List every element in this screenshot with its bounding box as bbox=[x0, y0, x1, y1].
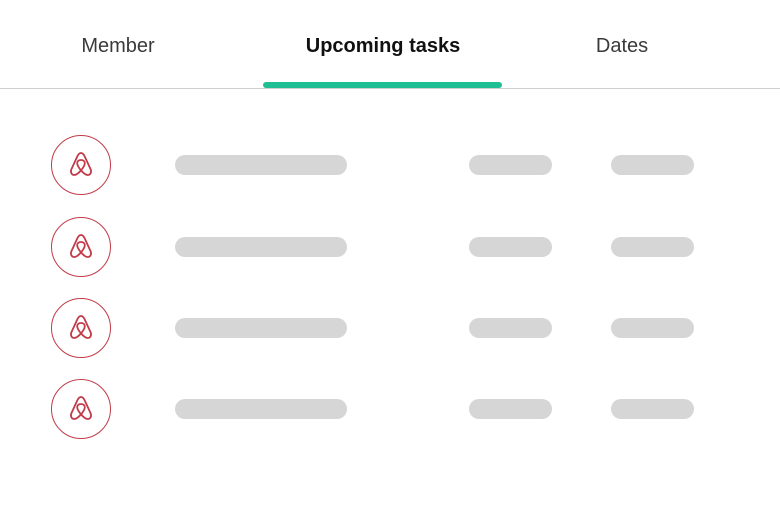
task-date-placeholder bbox=[611, 399, 694, 419]
task-list bbox=[0, 0, 780, 513]
airbnb-logo-icon bbox=[51, 379, 111, 439]
task-name-placeholder bbox=[175, 318, 347, 338]
task-name-placeholder bbox=[175, 155, 347, 175]
airbnb-logo-icon bbox=[51, 298, 111, 358]
airbnb-logo-icon bbox=[51, 135, 111, 195]
task-meta-placeholder bbox=[469, 155, 552, 175]
task-meta-placeholder bbox=[469, 318, 552, 338]
airbnb-logo-glyph bbox=[70, 234, 92, 258]
list-item[interactable] bbox=[0, 217, 780, 279]
task-name-placeholder bbox=[175, 399, 347, 419]
airbnb-logo-glyph bbox=[70, 396, 92, 420]
airbnb-logo-glyph bbox=[70, 152, 92, 176]
task-date-placeholder bbox=[611, 318, 694, 338]
task-meta-placeholder bbox=[469, 399, 552, 419]
airbnb-logo-glyph bbox=[70, 315, 92, 339]
task-date-placeholder bbox=[611, 155, 694, 175]
tasks-card: Member Upcoming tasks Dates bbox=[0, 0, 780, 513]
airbnb-logo-icon bbox=[51, 217, 111, 277]
task-date-placeholder bbox=[611, 237, 694, 257]
task-meta-placeholder bbox=[469, 237, 552, 257]
list-item[interactable] bbox=[0, 135, 780, 197]
list-item[interactable] bbox=[0, 298, 780, 360]
list-item[interactable] bbox=[0, 379, 780, 441]
task-name-placeholder bbox=[175, 237, 347, 257]
